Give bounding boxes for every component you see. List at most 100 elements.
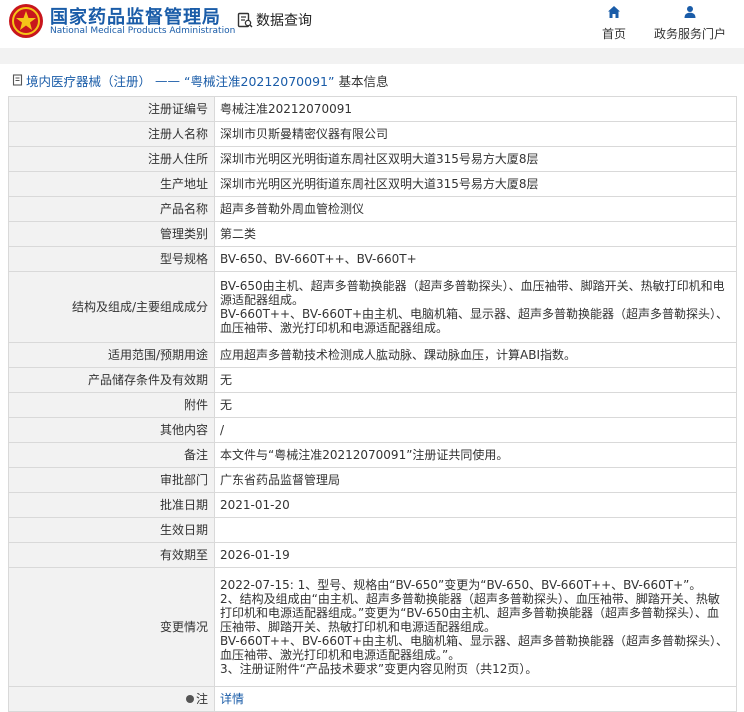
detail-key: 备注	[9, 442, 215, 468]
detail-key: 变更情况	[9, 567, 215, 687]
detail-row: 结构及组成/主要组成成分 BV-650由主机、超声多普勒换能器（超声多普勒探头）、…	[9, 271, 736, 343]
detail-value-line: BV-660T++、BV-660T+由主机、电脑机箱、显示器、超声多普勒换能器（…	[220, 307, 729, 335]
site-header: 国家药品监督管理局 National Medical Products Admi…	[0, 0, 744, 48]
breadcrumb-category-link[interactable]: 境内医疗器械（注册）	[26, 71, 151, 90]
detail-value-line: BV-660T++、BV-660T+由主机、电脑机箱、显示器、超声多普勒换能器（…	[220, 634, 729, 662]
detail-value: 第二类	[214, 221, 736, 247]
user-icon	[684, 6, 696, 18]
detail-key: 管理类别	[9, 221, 215, 247]
data-query-label: 数据查询	[256, 13, 312, 29]
detail-value-line: 超声多普勒外周血管检测仪	[220, 202, 365, 216]
note-key-label: 注	[195, 692, 208, 706]
detail-value-line: 2、结构及组成由“由主机、超声多普勒换能器（超声多普勒探头）、血压袖带、脚踏开关…	[220, 592, 720, 634]
detail-key: 型号规格	[9, 246, 215, 272]
detail-key: 生产地址	[9, 171, 215, 197]
detail-key: 其他内容	[9, 417, 215, 443]
document-icon	[12, 74, 23, 86]
detail-key: 审批部门	[9, 467, 215, 493]
nav-home[interactable]: 首页	[598, 5, 630, 42]
detail-row: 生效日期	[9, 517, 736, 543]
note-key: 注	[9, 686, 215, 712]
note-value: 详情	[214, 686, 736, 712]
detail-row: 备注 本文件与“粤械注准20212070091”注册证共同使用。	[9, 442, 736, 468]
detail-value: 深圳市光明区光明街道东周社区双明大道315号易方大厦8层	[214, 171, 736, 197]
detail-key: 产品储存条件及有效期	[9, 367, 215, 393]
nav-service-portal[interactable]: 政务服务门户	[652, 5, 728, 42]
detail-row: 产品名称 超声多普勒外周血管检测仪	[9, 196, 736, 222]
detail-value: 2022-07-15: 1、型号、规格由“BV-650”变更为“BV-650、B…	[214, 567, 736, 687]
detail-row: 注册人住所 深圳市光明区光明街道东周社区双明大道315号易方大厦8层	[9, 146, 736, 172]
detail-row: 适用范围/预期用途 应用超声多普勒技术检测成人肱动脉、踝动脉血压，计算ABI指数。	[9, 342, 736, 368]
detail-value-line: 第二类	[220, 227, 257, 241]
brand-subtitle: National Medical Products Administration	[50, 26, 236, 36]
detail-value-line: BV-650由主机、超声多普勒换能器（超声多普勒探头）、血压袖带、脚踏开关、热敏…	[220, 279, 725, 307]
detail-value-line: 深圳市光明区光明街道东周社区双明大道315号易方大厦8层	[220, 152, 539, 166]
detail-key: 有效期至	[9, 542, 215, 568]
detail-key: 结构及组成/主要组成成分	[9, 271, 215, 343]
detail-value-line: 广东省药品监督管理局	[220, 473, 341, 487]
detail-value-line: BV-650、BV-660T++、BV-660T+	[220, 252, 417, 266]
breadcrumb: 境内医疗器械（注册） —— “粤械注准20212070091” 基本信息	[12, 71, 388, 89]
detail-key: 批准日期	[9, 492, 215, 518]
document-search-icon	[237, 12, 253, 28]
detail-value-line: 粤械注准20212070091	[220, 102, 352, 116]
detail-row: 变更情况 2022-07-15: 1、型号、规格由“BV-650”变更为“BV-6…	[9, 567, 736, 687]
home-icon	[608, 6, 620, 18]
detail-value-line: 深圳市贝斯曼精密仪器有限公司	[220, 127, 389, 141]
detail-row: 审批部门 广东省药品监督管理局	[9, 467, 736, 493]
detail-key: 适用范围/预期用途	[9, 342, 215, 368]
detail-key: 注册人住所	[9, 146, 215, 172]
detail-value-line: 2022-07-15: 1、型号、规格由“BV-650”变更为“BV-650、B…	[220, 578, 702, 592]
detail-value-line: 无	[220, 398, 233, 412]
detail-value: 超声多普勒外周血管检测仪	[214, 196, 736, 222]
detail-key: 产品名称	[9, 196, 215, 222]
detail-value-line: 本文件与“粤械注准20212070091”注册证共同使用。	[220, 448, 509, 462]
detail-card: 注册证编号 粤械注准20212070091 注册人名称 深圳市贝斯曼精密仪器有限公司注…	[8, 96, 737, 712]
detail-value-line: /	[220, 423, 225, 437]
note-row: 注详情	[9, 686, 736, 712]
detail-table: 注册证编号 粤械注准20212070091 注册人名称 深圳市贝斯曼精密仪器有限公司注…	[9, 97, 736, 712]
breadcrumb-item-link[interactable]: “粤械注准20212070091”	[184, 71, 334, 90]
detail-value: 深圳市贝斯曼精密仪器有限公司	[214, 121, 736, 147]
bulb-icon	[185, 694, 194, 703]
detail-row: 注册证编号 粤械注准20212070091	[9, 97, 736, 122]
detail-value: 无	[214, 367, 736, 393]
detail-row: 其他内容 /	[9, 417, 736, 443]
detail-row: 型号规格 BV-650、BV-660T++、BV-660T+	[9, 246, 736, 272]
detail-key: 附件	[9, 392, 215, 418]
detail-value: /	[214, 417, 736, 443]
details-link[interactable]: 详情	[220, 692, 244, 706]
data-query-heading: 数据查询	[237, 10, 312, 30]
detail-key: 注册人名称	[9, 121, 215, 147]
detail-value-line: 2021-01-20	[220, 498, 290, 512]
detail-row: 附件无	[9, 392, 736, 418]
breadcrumb-suffix: 基本信息	[338, 73, 389, 89]
detail-value: 无	[214, 392, 736, 418]
detail-value: 广东省药品监督管理局	[214, 467, 736, 493]
detail-value: 深圳市光明区光明街道东周社区双明大道315号易方大厦8层	[214, 146, 736, 172]
emblem-logo	[9, 4, 43, 38]
detail-value: 粤械注准20212070091	[214, 97, 736, 122]
detail-value-line: 2026-01-19	[220, 548, 290, 562]
nav-service-label: 政务服务门户	[653, 27, 726, 41]
nav-home-label: 首页	[601, 27, 626, 41]
detail-value: 2026-01-19	[214, 542, 736, 568]
detail-value-line: 深圳市光明区光明街道东周社区双明大道315号易方大厦8层	[220, 177, 539, 191]
detail-value	[214, 517, 736, 543]
breadcrumb-separator: ——	[155, 72, 181, 88]
detail-row: 注册人名称 深圳市贝斯曼精密仪器有限公司	[9, 121, 736, 147]
detail-key: 生效日期	[9, 517, 215, 543]
detail-key: 注册证编号	[9, 97, 215, 122]
detail-value-line: 3、注册证附件“产品技术要求”变更内容见附页（共12页）。	[220, 662, 538, 676]
detail-value: BV-650由主机、超声多普勒换能器（超声多普勒探头）、血压袖带、脚踏开关、热敏…	[214, 271, 736, 343]
header-divider	[0, 48, 744, 64]
detail-row: 有效期至 2026-01-19	[9, 542, 736, 568]
detail-value: BV-650、BV-660T++、BV-660T+	[214, 246, 736, 272]
detail-value: 2021-01-20	[214, 492, 736, 518]
detail-value-line: 无	[220, 373, 233, 387]
detail-value: 应用超声多普勒技术检测成人肱动脉、踝动脉血压，计算ABI指数。	[214, 342, 736, 368]
detail-row: 管理类别 第二类	[9, 221, 736, 247]
detail-value-line: 应用超声多普勒技术检测成人肱动脉、踝动脉血压，计算ABI指数。	[220, 348, 576, 362]
detail-row: 批准日期 2021-01-20	[9, 492, 736, 518]
detail-row: 生产地址 深圳市光明区光明街道东周社区双明大道315号易方大厦8层	[9, 171, 736, 197]
